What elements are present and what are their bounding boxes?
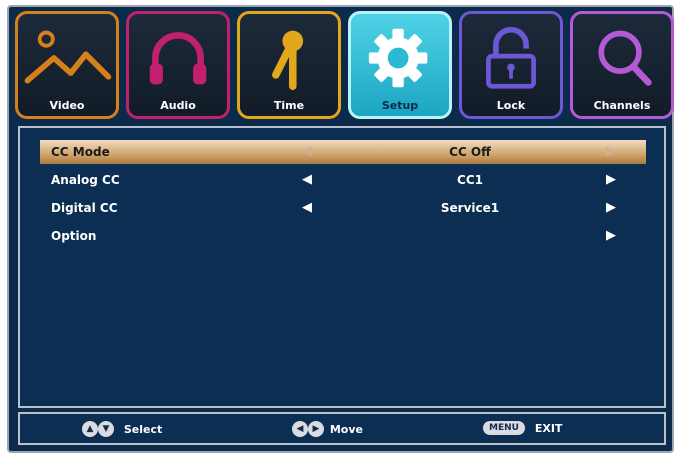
right-arrow-icon[interactable]: ▶ — [606, 144, 616, 159]
tab-label: Video — [49, 99, 85, 112]
tab-label: Setup — [381, 99, 419, 112]
exit-hint-label: EXIT — [534, 421, 563, 435]
row-value: Service1 — [440, 201, 500, 215]
left-arrow-icon[interactable]: ◀ — [302, 144, 312, 159]
row-label: Digital CC — [51, 201, 118, 215]
move-hint: ◀ ▶ Move — [292, 421, 363, 439]
select-hint-label: Select — [123, 422, 163, 436]
row-value: CC1 — [457, 173, 483, 187]
tab-label: Channels — [593, 99, 651, 112]
tab-lock[interactable]: Lock — [459, 11, 563, 119]
pin-icon — [272, 30, 304, 91]
tab-video[interactable]: Video — [15, 11, 119, 119]
tab-label: Audio — [160, 99, 196, 112]
select-hint: ▲ ▼ Select — [82, 421, 162, 439]
right-arrow-icon[interactable]: ▶ — [606, 200, 616, 215]
move-hint-label: Move — [329, 422, 363, 436]
right-arrow-icon[interactable]: ▶ — [606, 228, 616, 243]
tab-time[interactable]: Time — [237, 11, 341, 119]
row-label: Option — [51, 229, 97, 243]
magnifier-icon — [598, 30, 652, 86]
menu-tabs: Video Audio Time Setup Lock Channels — [15, 11, 674, 123]
row-value: CC Off — [449, 145, 491, 159]
padlock-icon — [486, 26, 536, 89]
tab-audio[interactable]: Audio — [126, 11, 230, 119]
left-arrow-icon[interactable]: ◀ — [302, 200, 312, 215]
menu-row-option[interactable]: Option ▶ — [40, 224, 646, 248]
menu-row-analog-cc[interactable]: Analog CC ◀ CC1 ▶ — [40, 168, 646, 192]
row-label: CC Mode — [51, 145, 110, 159]
down-button-icon: ▼ — [98, 421, 114, 437]
tab-setup[interactable]: Setup — [348, 11, 452, 119]
key-hint-bar: ▲ ▼ Select ◀ ▶ Move MENU EXIT — [18, 412, 666, 445]
right-arrow-icon[interactable]: ▶ — [606, 172, 616, 187]
gear-icon — [368, 28, 428, 88]
cc-settings-panel: CC Mode ◀ CC Off ▶ Analog CC ◀ CC1 ▶ Dig… — [18, 126, 666, 408]
right-button-icon: ▶ — [308, 421, 324, 437]
exit-hint: MENU EXIT — [483, 421, 562, 439]
left-button-icon: ◀ — [292, 421, 308, 437]
left-arrow-icon[interactable]: ◀ — [302, 172, 312, 187]
mountain-image-icon — [24, 30, 112, 84]
menu-row-cc-mode[interactable]: CC Mode ◀ CC Off ▶ — [40, 140, 646, 164]
headphones-icon — [149, 32, 207, 85]
tab-channels[interactable]: Channels — [570, 11, 674, 119]
tab-label: Time — [273, 99, 305, 112]
up-button-icon: ▲ — [82, 421, 98, 437]
row-label: Analog CC — [51, 173, 120, 187]
tv-menu-screen: Video Audio Time Setup Lock Channels CC … — [7, 5, 674, 453]
menu-row-digital-cc[interactable]: Digital CC ◀ Service1 ▶ — [40, 196, 646, 220]
menu-button-icon: MENU — [483, 421, 525, 435]
tab-label: Lock — [496, 99, 526, 112]
